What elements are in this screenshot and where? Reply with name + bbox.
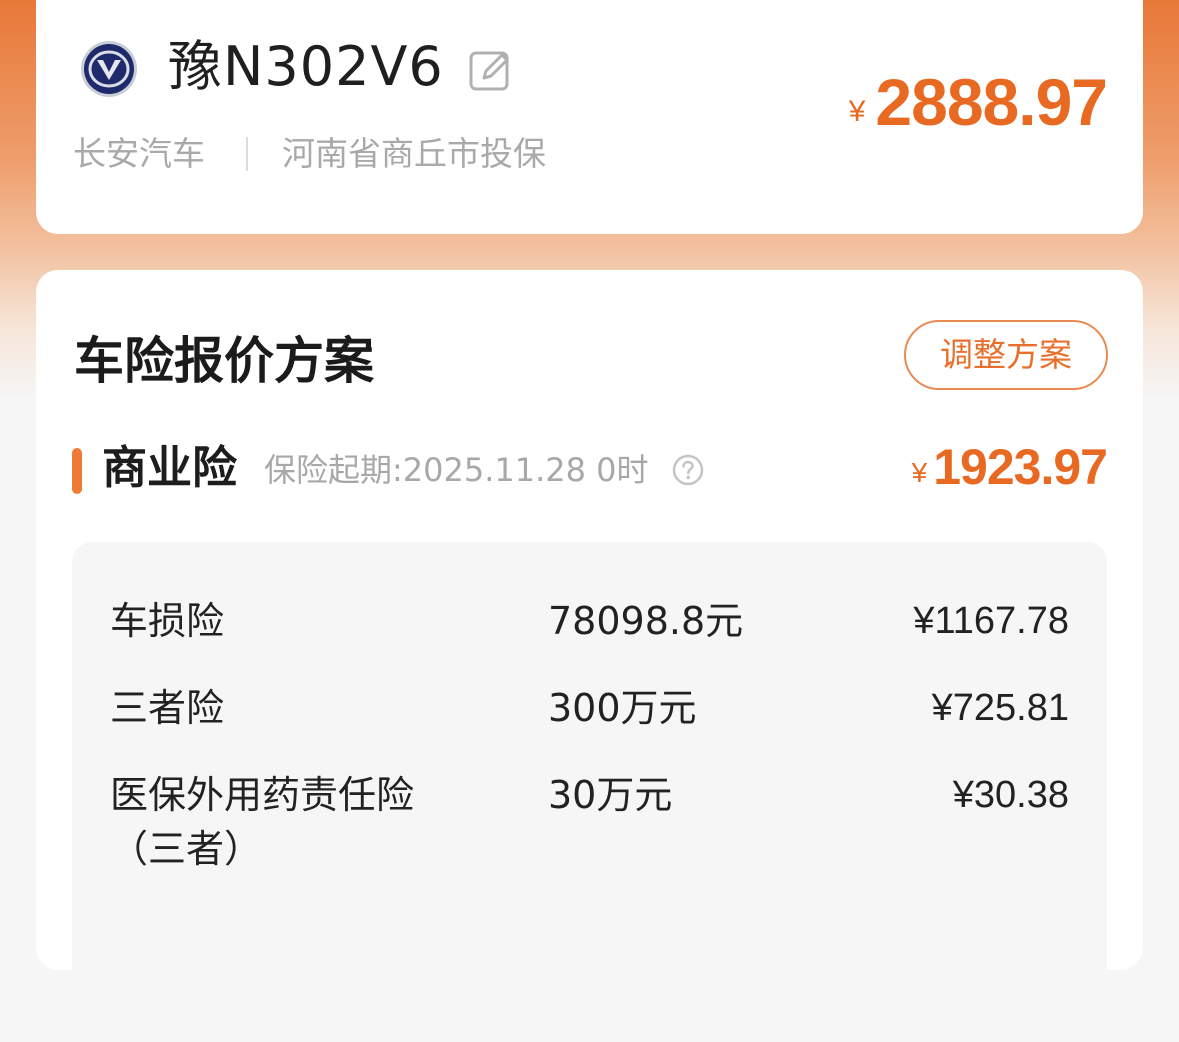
- question-circle-icon[interactable]: [672, 454, 704, 486]
- coverage-price: ¥1167.78: [913, 600, 1069, 642]
- divider: [246, 137, 248, 171]
- section-title-commercial: 商业险: [102, 441, 238, 494]
- page-title: 车险报价方案: [74, 332, 374, 390]
- coverage-price: ¥725.81: [931, 687, 1069, 729]
- coverage-amount: 300万元: [548, 686, 697, 730]
- vehicle-brand: 长安汽车: [73, 134, 205, 173]
- coverage-amount: 78098.8元: [548, 599, 744, 643]
- coverage-price: ¥30.38: [952, 774, 1069, 816]
- total-price-amount: 2888.97: [875, 65, 1108, 139]
- coverage-amount: 30万元: [548, 773, 673, 817]
- insured-region: 河南省商丘市投保: [282, 134, 546, 173]
- quote-plan-card: 车险报价方案 调整方案 商业险 保险起期:2025.11.28 0时 ¥1923…: [36, 270, 1143, 1042]
- currency-symbol: ¥: [911, 457, 928, 488]
- coverage-name: 医保外用药责任险（三者）: [110, 773, 415, 871]
- edit-pencil-icon[interactable]: [468, 48, 514, 94]
- insurance-start-date: 保险起期:2025.11.28 0时: [264, 451, 649, 489]
- license-plate: 豫N302V6: [168, 35, 444, 98]
- coverage-name: 三者险: [110, 686, 225, 730]
- commercial-price-amount: 1923.97: [933, 439, 1108, 495]
- changan-logo-icon: [81, 41, 137, 97]
- coverage-name: 车损险: [110, 599, 225, 643]
- vehicle-info-card: 豫N302V6 长安汽车 河南省商丘市投保 ¥2888.97: [36, 0, 1143, 234]
- section-indicator: [72, 448, 82, 494]
- commercial-price: ¥1923.97: [911, 438, 1108, 496]
- currency-symbol: ¥: [848, 95, 866, 128]
- adjust-plan-button[interactable]: 调整方案: [904, 320, 1108, 390]
- coverage-list: 车损险 78098.8元 ¥1167.78 三者险 300万元 ¥725.81 …: [72, 542, 1107, 1042]
- total-price: ¥2888.97: [848, 64, 1108, 140]
